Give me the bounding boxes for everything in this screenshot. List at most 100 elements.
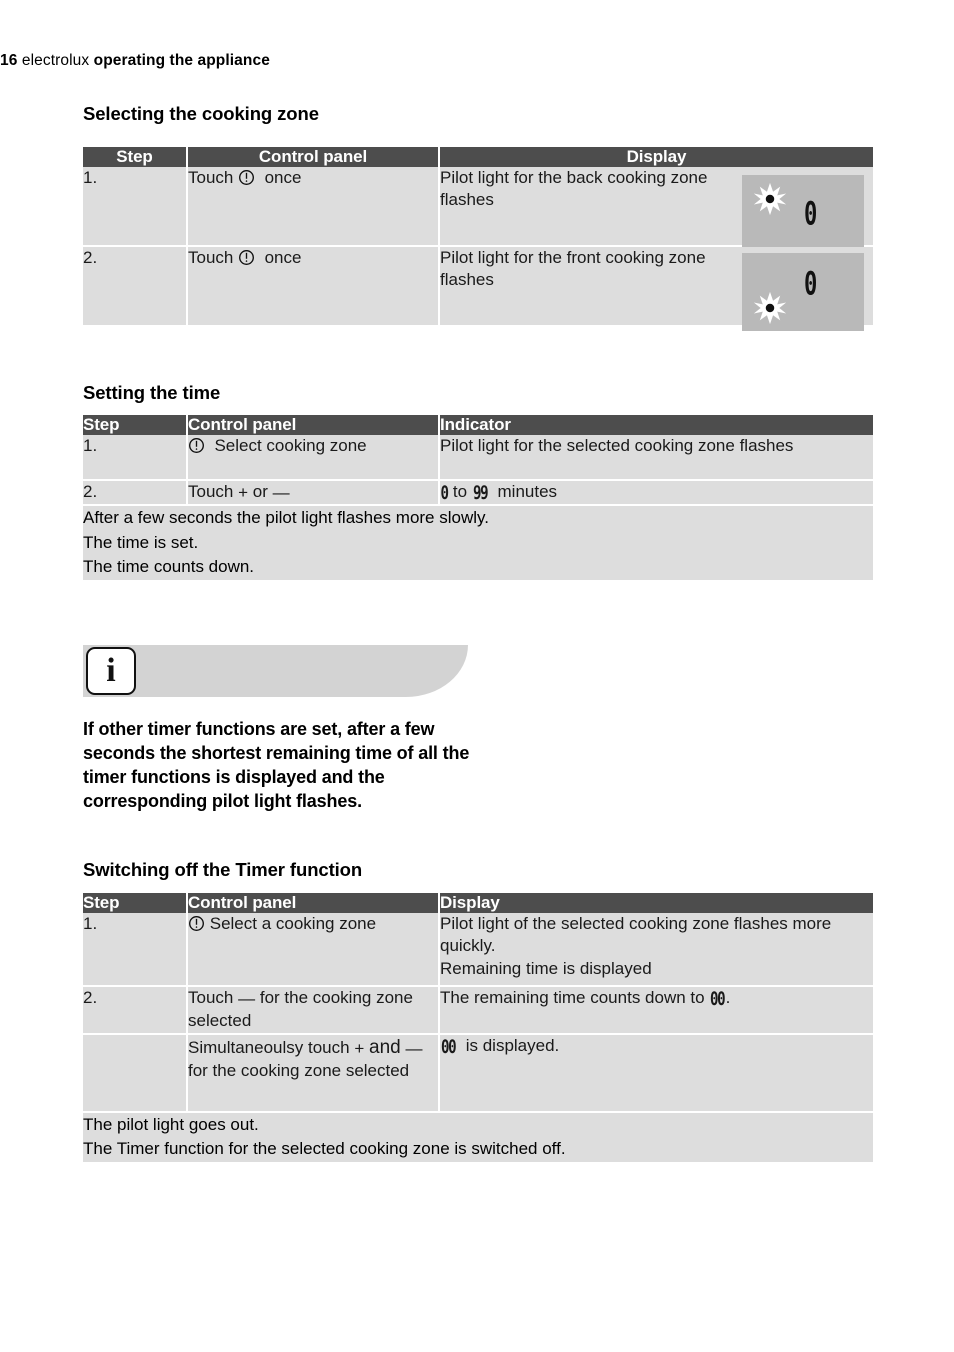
column-header-step: Step: [83, 147, 188, 167]
minutes-label: minutes: [497, 482, 558, 501]
table-row: 1. Touch once Pilot light for the back c…: [83, 167, 873, 253]
minus-icon: —: [405, 1039, 423, 1058]
note-line: After a few seconds the pilot light flas…: [83, 508, 489, 528]
info-banner-background: [83, 645, 468, 697]
touch-label: Touch: [188, 482, 234, 501]
segment-digit-from: 0: [440, 481, 449, 504]
heading-setting-the-time: Setting the time: [83, 382, 221, 403]
indicator-range: 0 to 99 minutes: [440, 481, 873, 507]
display-line: Remaining time is displayed: [440, 958, 652, 978]
control-panel-instruction: Touch once: [188, 167, 440, 247]
table-header-row: Step Control panel Display: [83, 893, 873, 913]
step-number: 2.: [83, 481, 188, 507]
step-number: 1.: [83, 913, 188, 987]
indicator-text: Pilot light for the selected cooking zon…: [440, 435, 873, 481]
select-cooking-zone-label: Select cooking zone: [214, 436, 367, 455]
table-row: 1. Select a cooking zone Pilot light of …: [83, 913, 873, 987]
touch-label: Touch: [188, 248, 234, 267]
table-row: 2. Touch once Pilot light for the front …: [83, 247, 873, 331]
for-cooking-zone-label: for the cooking zone selected: [188, 1061, 410, 1081]
information-icon-glyph: i: [106, 652, 116, 689]
segment-digits: 00: [440, 1035, 457, 1058]
section-name: operating the appliance: [93, 52, 270, 69]
page-number: 16: [0, 52, 18, 69]
once-label: once: [264, 168, 302, 187]
column-header-indicator: Indicator: [440, 415, 873, 435]
or-label: or: [252, 482, 268, 501]
section-note: The pilot light goes out. The Timer func…: [83, 1113, 873, 1162]
display-digit: 0: [804, 195, 818, 234]
display-line: Pilot light of the selected cooking zone…: [440, 914, 832, 956]
timer-icon: [238, 169, 255, 186]
display-description-cell: Pilot light of the selected cooking zone…: [440, 913, 873, 987]
and-label: and: [369, 1037, 401, 1058]
table-row: 1. Select cooking zone Pilot light for t…: [83, 435, 873, 481]
pilot-light-flash-icon: [753, 291, 787, 325]
step-number: 1.: [83, 167, 188, 247]
display-description-cell: Pilot light for the back cooking zone fl…: [440, 167, 873, 253]
touch-label: Touch: [188, 168, 234, 187]
table-row: 2. Touch — for the cooking zone selected…: [83, 987, 873, 1035]
column-header-control-panel: Control panel: [188, 893, 440, 913]
segment-digit-to: 99: [472, 481, 489, 504]
segment-digits: 00: [710, 987, 726, 1010]
plus-icon: +: [238, 483, 249, 502]
control-panel-instruction: Select cooking zone: [188, 435, 440, 481]
control-panel-instruction: Touch + or —: [188, 481, 440, 507]
timer-icon: [188, 437, 205, 454]
step-number: 2.: [83, 247, 188, 325]
pilot-light-flash-icon: [753, 182, 787, 216]
column-header-step: Step: [83, 893, 188, 913]
display-description-cell: 00 is displayed.: [440, 1035, 873, 1113]
table-switching-off-timer: Step Control panel Display 1. Select a c…: [83, 893, 873, 1162]
control-panel-instruction: Select a cooking zone: [188, 913, 440, 987]
to-label: to: [452, 482, 468, 501]
heading-selecting-cooking-zone: Selecting the cooking zone: [83, 103, 319, 124]
control-panel-instruction: Touch once: [188, 247, 440, 325]
control-panel-instruction: Simultaneoulsy touch + and — for the coo…: [188, 1035, 440, 1113]
table-note-row: The pilot light goes out. The Timer func…: [83, 1113, 873, 1162]
timer-icon: [188, 915, 205, 932]
select-cooking-zone-label: Select a cooking zone: [209, 914, 377, 933]
column-header-control-panel: Control panel: [188, 147, 440, 167]
display-description-cell: The remaining time counts down to 00.: [440, 987, 873, 1035]
minus-icon: —: [272, 483, 290, 502]
plus-icon: +: [354, 1039, 365, 1058]
display-panel-graphic: 0: [742, 175, 864, 253]
table-selecting-cooking-zone: Step Control panel Display 1. Touch once: [83, 147, 873, 331]
column-header-step: Step: [83, 415, 188, 435]
step-number: 2.: [83, 987, 188, 1035]
table-header-row: Step Control panel Display: [83, 147, 873, 167]
column-header-display: Display: [440, 147, 873, 167]
display-text: is displayed.: [465, 1036, 560, 1055]
simultaneously-touch-label: Simultaneoulsy touch: [188, 1038, 350, 1057]
once-label: once: [264, 248, 302, 267]
column-header-control-panel: Control panel: [188, 415, 440, 435]
note-line: The time is set.: [83, 532, 199, 552]
column-header-display: Display: [440, 893, 873, 913]
table-note-row: After a few seconds the pilot light flas…: [83, 506, 873, 580]
display-text: The remaining time counts down to: [440, 988, 705, 1007]
section-note: After a few seconds the pilot light flas…: [83, 506, 873, 580]
minus-icon: —: [238, 989, 256, 1008]
info-body-text: If other timer functions are set, after …: [83, 719, 470, 811]
display-digit: 0: [804, 265, 818, 304]
timer-icon: [238, 249, 255, 266]
control-panel-instruction: Touch — for the cooking zone selected: [188, 987, 440, 1035]
information-icon: i: [86, 647, 136, 695]
touch-label: Touch: [188, 988, 234, 1007]
display-description-text: Pilot light for the front cooking zone f…: [440, 248, 706, 290]
display-panel-graphic: 0: [742, 253, 864, 331]
step-number: 1.: [83, 435, 188, 481]
display-description-cell: Pilot light for the front cooking zone f…: [440, 247, 873, 331]
table-header-row: Step Control panel Indicator: [83, 415, 873, 435]
note-line: The pilot light goes out.: [83, 1115, 259, 1134]
running-header: 16 electrolux operating the appliance: [0, 52, 270, 70]
note-line: The Timer function for the selected cook…: [83, 1139, 566, 1159]
note-line: The time counts down.: [83, 557, 255, 577]
period: .: [725, 988, 731, 1007]
brand-name: electrolux: [21, 52, 90, 69]
heading-switching-off-timer: Switching off the Timer function: [83, 859, 363, 880]
table-row: Simultaneoulsy touch + and — for the coo…: [83, 1035, 873, 1113]
display-description-text: Pilot light for the back cooking zone fl…: [440, 168, 708, 210]
